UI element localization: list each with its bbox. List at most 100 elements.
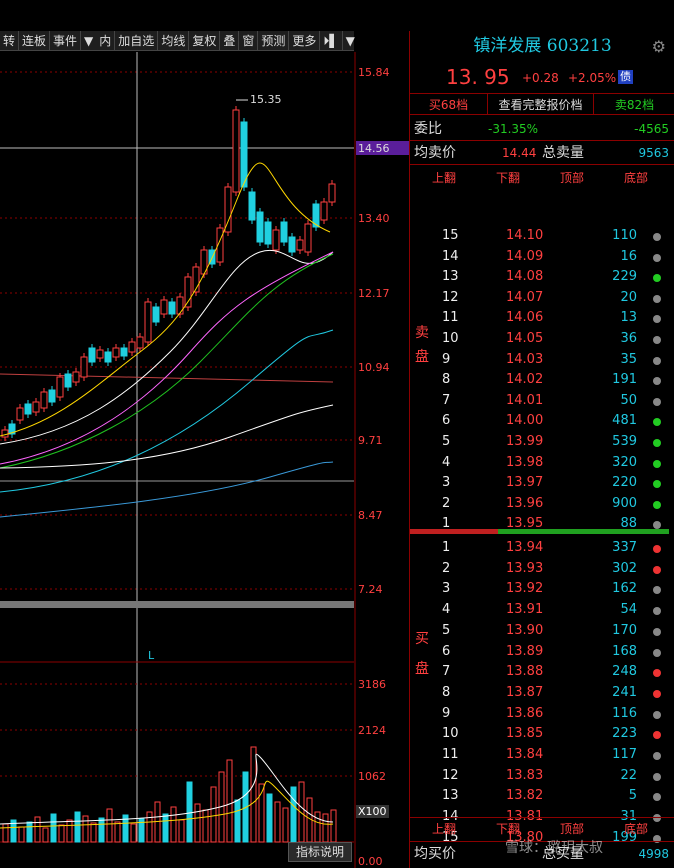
ask-level: 10	[442, 331, 459, 346]
kline-chart[interactable]: 15.8414.5613.4012.1710.949.718.477.2414.…	[0, 52, 410, 868]
toolbar-item-2[interactable]: 事件	[50, 30, 82, 51]
price-axis-label: 9.71	[358, 434, 383, 447]
candle-body	[32, 401, 40, 413]
ask-row[interactable]: 4 13.98 320	[410, 453, 674, 474]
ask-level: 11	[442, 310, 459, 326]
weibi-pct: -31.35%	[488, 122, 539, 136]
status-dot-icon	[653, 669, 661, 678]
ask-row[interactable]: 13 14.08 229	[410, 267, 674, 288]
bid-volume: 248	[612, 664, 637, 680]
ask-price: 13.98	[506, 454, 544, 470]
bid-row[interactable]: 1 13.94 337	[410, 538, 674, 559]
bid-price: 13.92	[506, 581, 544, 597]
toolbar-item-13[interactable]: ▼	[343, 31, 358, 51]
bid-price: 13.84	[506, 747, 544, 762]
candle-body	[24, 403, 32, 415]
candle-body	[304, 223, 312, 253]
toolbar-item-6[interactable]: 均线	[158, 30, 190, 51]
ask-volume: 13	[620, 310, 637, 326]
ask-row[interactable]: 2 13.96 900	[410, 494, 674, 515]
moving-average-line	[0, 249, 334, 445]
ask-row[interactable]: 6 14.00 481	[410, 411, 674, 432]
bid-row[interactable]: 13 13.82 5	[410, 786, 674, 807]
price-change-pct: +2.05%	[568, 71, 617, 85]
total-sell-vol: 9563	[638, 146, 669, 160]
bond-badge[interactable]: 债	[618, 70, 633, 84]
ask-volume: 191	[612, 372, 637, 388]
page-up-button[interactable]: 上翻	[432, 167, 456, 189]
bid-level: 6	[442, 643, 451, 659]
bid-row[interactable]: 9 13.86 116	[410, 704, 674, 725]
candle-body	[1, 429, 9, 438]
bid-row[interactable]: 5 13.90 170	[410, 621, 674, 642]
status-dot-icon	[653, 439, 661, 447]
ask-row[interactable]: 9 14.03 35	[410, 350, 674, 371]
ask-row[interactable]: 8 14.02 191	[410, 370, 674, 391]
price-axis-label: 12.17	[358, 287, 390, 300]
toolbar-item-10[interactable]: 预测	[258, 30, 290, 51]
ask-row[interactable]: 5 13.99 539	[410, 432, 674, 453]
bid-level: 7	[442, 664, 451, 680]
bid-row[interactable]: 3 13.92 162	[410, 579, 674, 600]
volume-bar	[74, 811, 81, 843]
total-sell-label: 总卖量	[542, 145, 584, 161]
candle-body	[56, 376, 64, 398]
bid-volume: 22	[620, 767, 637, 783]
toolbar-item-4[interactable]: 内	[96, 30, 116, 51]
toolbar-item-1[interactable]: 连板	[19, 30, 51, 51]
bid-price: 13.91	[506, 602, 544, 618]
ask-volume: 110	[612, 228, 637, 243]
toolbar-item-0[interactable]: 转	[0, 30, 20, 51]
level-buttons: 买68档 查看完整报价档 卖82档	[410, 93, 674, 115]
kline-svg[interactable]: 15.8414.5613.4012.1710.949.718.477.2414.…	[0, 52, 410, 868]
ask-row[interactable]: 15 14.10 110	[410, 226, 674, 247]
gear-icon[interactable]: ⚙	[652, 37, 666, 56]
bid-volume: 302	[612, 560, 637, 576]
bid-volume: 223	[612, 726, 637, 742]
bid-row[interactable]: 4 13.91 54	[410, 600, 674, 621]
bid-row[interactable]: 12 13.83 22	[410, 766, 674, 787]
bid-row[interactable]: 6 13.89 168	[410, 642, 674, 663]
toolbar-item-7[interactable]: 复权	[189, 30, 221, 51]
ask-row[interactable]: 12 14.07 20	[410, 288, 674, 309]
status-dot-icon	[653, 377, 661, 386]
page-top-button[interactable]: 顶部	[560, 167, 584, 189]
status-dot-icon	[653, 607, 661, 616]
toolbar-item-11[interactable]: 更多	[289, 30, 321, 51]
ask-row[interactable]: 7 14.01 50	[410, 391, 674, 412]
ask-row[interactable]: 3 13.97 220	[410, 473, 674, 494]
bid-row[interactable]: 2 13.93 302	[410, 559, 674, 580]
toolbar-item-5[interactable]: 加自选	[115, 30, 159, 51]
page-up-button-bottom[interactable]: 上翻	[432, 818, 456, 840]
ask-row[interactable]: 14 14.09 16	[410, 247, 674, 268]
ask-price: 14.02	[506, 372, 544, 388]
price-axis-label: 15.84	[358, 66, 390, 79]
page-down-button[interactable]: 下翻	[496, 167, 520, 189]
high-label: 15.35	[250, 93, 282, 106]
bid-price: 13.93	[506, 560, 544, 576]
toolbar-item-9[interactable]: 窗	[239, 30, 259, 51]
page-bottom-button-bottom[interactable]: 底部	[624, 818, 648, 840]
page-bottom-button[interactable]: 底部	[624, 167, 648, 189]
toolbar-item-3[interactable]: ▼	[81, 31, 96, 51]
sell-levels-button[interactable]: 卖82档	[594, 94, 674, 114]
volume-bar	[82, 815, 89, 843]
weibi-diff: -4565	[634, 122, 669, 136]
status-dot-icon	[653, 274, 661, 283]
toolbar-item-12[interactable]: ⏵▌	[320, 30, 343, 51]
candle-body	[232, 109, 240, 193]
bid-row[interactable]: 8 13.87 241	[410, 683, 674, 704]
bid-row[interactable]: 7 13.88 248	[410, 662, 674, 683]
indicator-help-button[interactable]: 指标说明	[288, 842, 352, 862]
ask-row[interactable]: 10 14.05 36	[410, 329, 674, 350]
bid-row[interactable]: 11 13.84 117	[410, 745, 674, 766]
candle-body	[40, 391, 48, 409]
bid-row[interactable]: 10 13.85 223	[410, 724, 674, 745]
ask-row[interactable]: 11 14.06 13	[410, 308, 674, 329]
bid-level: 9	[442, 705, 451, 721]
buy-levels-button[interactable]: 买68档	[410, 94, 488, 114]
toolbar-item-8[interactable]: 叠	[220, 30, 240, 51]
candle-body	[168, 301, 176, 315]
full-book-button[interactable]: 查看完整报价档	[488, 94, 594, 114]
status-dot-icon	[653, 315, 661, 324]
